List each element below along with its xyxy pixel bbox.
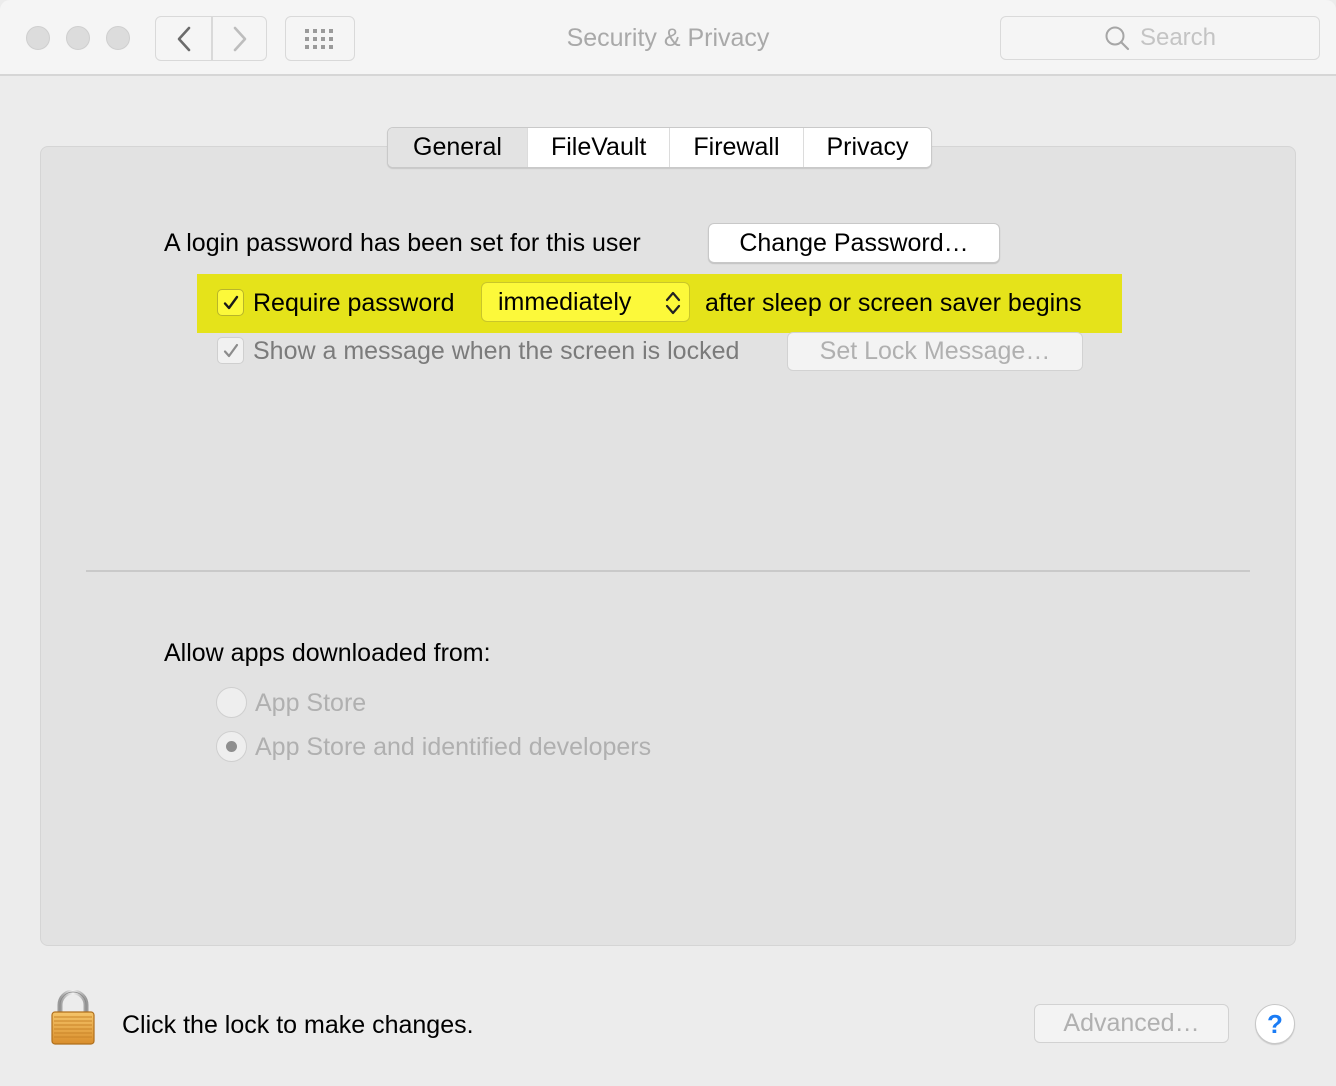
show-message-checkbox[interactable] [217,337,244,364]
tab-general[interactable]: General [388,128,527,167]
tab-filevault[interactable]: FileVault [526,128,670,167]
title-bar: Security & Privacy Search [0,0,1336,76]
content-panel [40,146,1296,946]
require-password-label: Require password [253,289,455,317]
search-field[interactable]: Search [1000,16,1320,60]
tab-privacy[interactable]: Privacy [802,128,932,167]
search-placeholder: Search [1139,24,1217,51]
up-down-chevron-icon [665,291,681,315]
magnifier-icon [1105,26,1130,51]
radio-app-store-identified[interactable] [216,731,247,762]
radio-selected-dot [226,741,237,752]
question-mark-icon: ? [1267,1008,1283,1039]
advanced-button[interactable]: Advanced… [1034,1004,1229,1043]
show-message-label: Show a message when the screen is locked [253,337,740,365]
lock-status-text: Click the lock to make changes. [122,1011,474,1039]
section-divider [86,570,1250,572]
lock-button[interactable] [50,989,96,1046]
require-password-checkbox[interactable] [217,289,244,316]
checkmark-icon [223,295,238,309]
password-delay-select[interactable]: immediately [481,282,690,322]
allow-apps-label: Allow apps downloaded from: [164,639,491,667]
set-lock-message-button[interactable]: Set Lock Message… [787,332,1083,371]
padlock-icon [51,989,95,1045]
checkmark-icon [223,343,238,357]
tab-bar: General FileVault Firewall Privacy [387,127,933,168]
tab-firewall[interactable]: Firewall [669,128,803,167]
change-password-button[interactable]: Change Password… [708,223,1000,263]
radio-app-store[interactable] [216,687,247,718]
radio-app-store-identified-label: App Store and identified developers [255,733,652,761]
require-password-suffix: after sleep or screen saver begins [705,289,1082,317]
login-password-label: A login password has been set for this u… [164,229,641,257]
radio-app-store-label: App Store [255,689,367,717]
password-delay-value: immediately [498,287,632,316]
help-button[interactable]: ? [1255,1004,1295,1044]
